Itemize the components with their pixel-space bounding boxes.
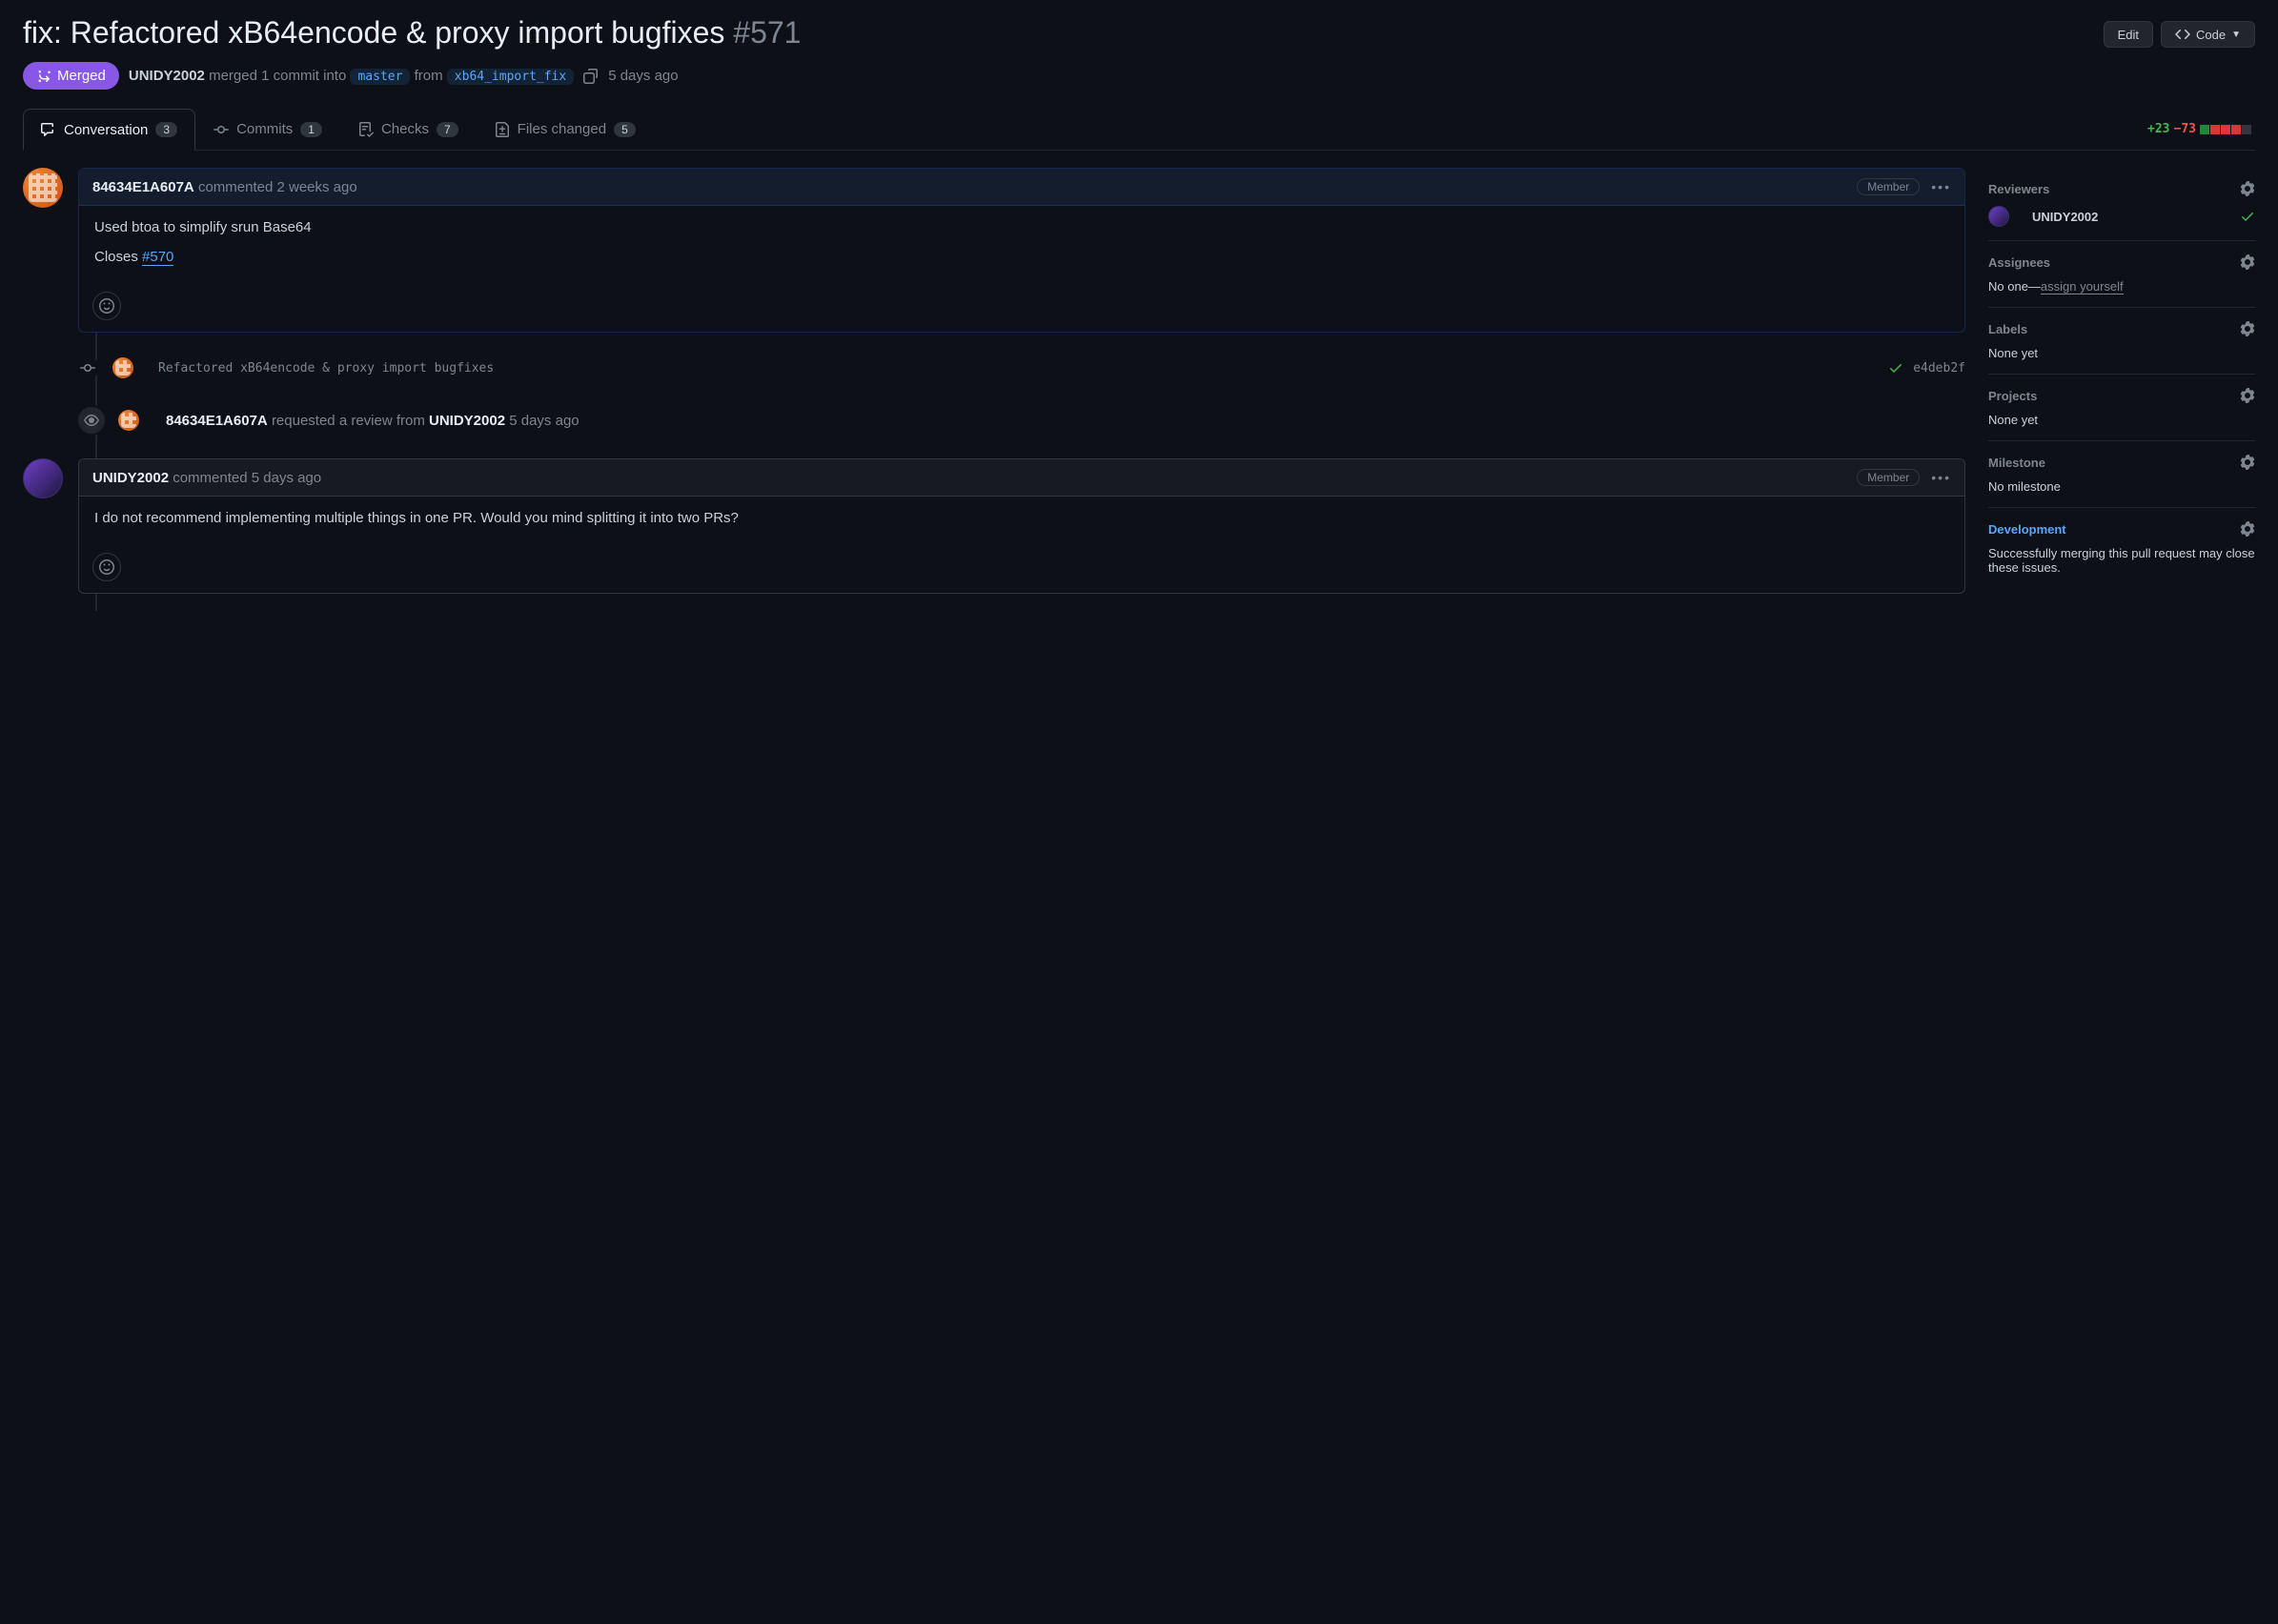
comment-discussion-icon (41, 122, 56, 137)
copy-branch-icon[interactable] (583, 69, 599, 84)
sidebar-reviewers-title: Reviewers (1988, 182, 2049, 196)
edit-button[interactable]: Edit (2104, 21, 2153, 48)
comment-body: Used btoa to simplify srun Base64 Closes… (79, 206, 1964, 292)
sidebar-milestone-title: Milestone (1988, 456, 2045, 470)
smiley-icon (99, 559, 114, 575)
code-icon (2175, 27, 2190, 42)
sidebar-labels-title: Labels (1988, 322, 2027, 336)
avatar[interactable] (23, 458, 63, 498)
sidebar-projects-title: Projects (1988, 389, 2037, 403)
smiley-icon (99, 298, 114, 314)
checklist-icon (358, 122, 374, 137)
avatar[interactable] (23, 168, 63, 208)
assignees-body: No one—assign yourself (1988, 279, 2255, 294)
gear-icon[interactable] (2240, 321, 2255, 336)
milestone-body: No milestone (1988, 479, 2255, 494)
add-reaction-button[interactable] (92, 292, 121, 320)
base-branch[interactable]: master (350, 69, 410, 85)
git-commit-icon (214, 122, 229, 137)
tab-conversation[interactable]: Conversation3 (23, 109, 195, 151)
merge-time: 5 days ago (608, 68, 678, 84)
comment-box: UNIDY2002 commented 5 days ago Member ••… (78, 458, 1965, 594)
comment-menu-button[interactable]: ••• (1931, 470, 1951, 485)
avatar (1988, 206, 2009, 227)
check-icon[interactable] (1888, 360, 1903, 376)
event-time[interactable]: 5 days ago (509, 413, 579, 429)
assign-yourself-link[interactable]: assign yourself (2041, 279, 2124, 294)
comment-author[interactable]: UNIDY2002 (92, 470, 169, 486)
event-actor[interactable]: 84634E1A607A (166, 413, 268, 429)
tab-commits[interactable]: Commits1 (195, 109, 340, 150)
projects-body: None yet (1988, 413, 2255, 427)
gear-icon[interactable] (2240, 521, 2255, 537)
commit-row[interactable]: Refactored xB64encode & proxy import bug… (23, 350, 1965, 386)
commit-hash[interactable]: e4deb2f (1913, 361, 1965, 376)
timeline-event: 84634E1A607A requested a review from UNI… (23, 399, 1965, 441)
state-badge: Merged (23, 62, 119, 90)
comment-meta: 84634E1A607A commented 2 weeks ago (92, 179, 357, 195)
pr-number: #571 (733, 15, 801, 50)
merge-meta: UNIDY2002 merged 1 commit into master fr… (129, 68, 574, 85)
head-branch[interactable]: xb64_import_fix (447, 69, 574, 85)
avatar[interactable] (118, 410, 139, 431)
sidebar-assignees-title: Assignees (1988, 255, 2050, 270)
add-reaction-button[interactable] (92, 553, 121, 581)
avatar[interactable] (112, 357, 133, 378)
role-badge: Member (1857, 469, 1920, 486)
commit-message[interactable]: Refactored xB64encode & proxy import bug… (158, 361, 1879, 376)
reviewer-row[interactable]: UNIDY2002 (1988, 206, 2255, 227)
comment-menu-button[interactable]: ••• (1931, 179, 1951, 194)
comment-time[interactable]: 2 weeks ago (276, 179, 356, 195)
comment-body: I do not recommend implementing multiple… (79, 497, 1964, 553)
gear-icon[interactable] (2240, 181, 2255, 196)
gear-icon[interactable] (2240, 254, 2255, 270)
issue-link[interactable]: #570 (142, 249, 173, 266)
gear-icon[interactable] (2240, 455, 2255, 470)
diffstat[interactable]: +23 −73 (2147, 122, 2255, 136)
eye-icon (76, 405, 107, 436)
tab-checks[interactable]: Checks7 (340, 109, 477, 150)
gear-icon[interactable] (2240, 388, 2255, 403)
merge-icon (36, 69, 51, 84)
git-commit-icon (80, 360, 103, 376)
comment-time[interactable]: 5 days ago (252, 470, 321, 486)
development-body: Successfully merging this pull request m… (1988, 546, 2255, 575)
sidebar-development-title[interactable]: Development (1988, 522, 2066, 537)
comment-box: 84634E1A607A commented 2 weeks ago Membe… (78, 168, 1965, 333)
diff-squares (2200, 125, 2251, 134)
tab-files-changed[interactable]: Files changed5 (477, 109, 654, 150)
caret-down-icon: ▼ (2231, 30, 2241, 40)
comment-author[interactable]: 84634E1A607A (92, 179, 194, 195)
event-target[interactable]: UNIDY2002 (429, 413, 505, 429)
labels-body: None yet (1988, 346, 2255, 360)
pr-title: fix: Refactored xB64encode & proxy impor… (23, 15, 801, 51)
code-dropdown-button[interactable]: Code ▼ (2161, 21, 2255, 48)
check-icon (2240, 209, 2255, 224)
role-badge: Member (1857, 178, 1920, 195)
comment-meta: UNIDY2002 commented 5 days ago (92, 470, 321, 486)
file-diff-icon (495, 122, 510, 137)
